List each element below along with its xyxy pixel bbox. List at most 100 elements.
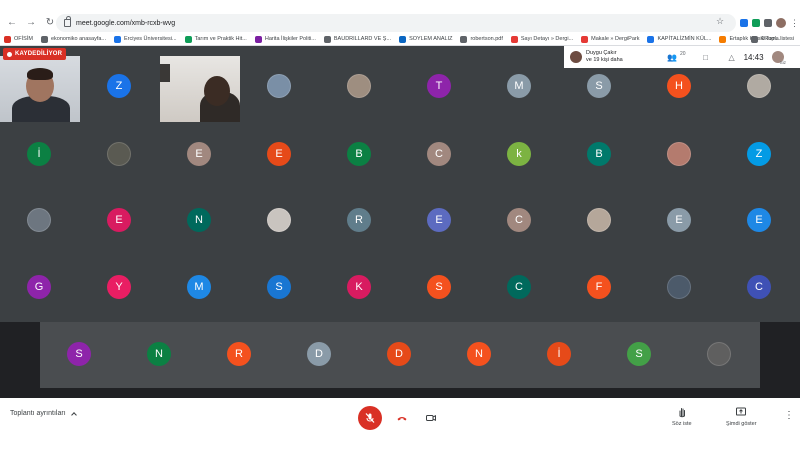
bookmark-item[interactable]: KAPİTALİZMİN KÜL... <box>647 35 712 43</box>
bookmark-item[interactable]: ekonomiko anasayfa... <box>40 35 106 43</box>
raise-hand-label: Söz iste <box>672 421 692 427</box>
bookmark-item[interactable]: Harita İlişkiler Politi... <box>254 35 316 43</box>
stage-bottom-edge <box>0 388 800 398</box>
participant-initial-avatar[interactable]: B <box>347 142 371 166</box>
people-icon[interactable]: 👥 <box>666 52 678 62</box>
raise-hand-button[interactable]: Söz iste <box>672 406 692 427</box>
chat-icon[interactable]: □ <box>700 52 712 62</box>
bookmark-label: ekonomiko anasayfa... <box>50 36 106 42</box>
participant-initial-avatar[interactable]: S <box>587 74 611 98</box>
participant-photo-avatar[interactable] <box>267 208 291 232</box>
participant-initial-avatar[interactable]: S <box>67 342 91 366</box>
bookmark-item[interactable]: Erciyes Üniversitesi... <box>114 35 177 43</box>
participant-initial-avatar[interactable]: H <box>667 74 691 98</box>
bookmark-favicon-icon <box>4 35 11 43</box>
participant-initial-avatar[interactable]: C <box>747 275 771 299</box>
meeting-stage: KAYDEDİLİYOR Duygu Çakır ve 19 kişi daha… <box>0 46 800 398</box>
puzzle-icon[interactable] <box>764 19 772 27</box>
meeting-controls-bar: Toplantı ayrıntıları Söz iste Şimdi göst… <box>0 398 800 450</box>
participant-initial-avatar[interactable]: F <box>587 275 611 299</box>
participant-initial-avatar[interactable]: B <box>587 142 611 166</box>
back-button[interactable]: ← <box>5 16 19 30</box>
participant-initial-avatar[interactable]: E <box>267 142 291 166</box>
participant-initial-avatar[interactable]: Z <box>107 74 131 98</box>
participant-initial-avatar[interactable]: S <box>267 275 291 299</box>
bookmark-item[interactable]: BAUDRILLARD VE Ş... <box>323 35 392 43</box>
participant-photo-avatar[interactable] <box>587 208 611 232</box>
browser-menu-icon[interactable]: ⋮ <box>790 18 799 28</box>
bookmark-item[interactable]: Makale » DergiPark <box>581 35 639 43</box>
participant-initial-avatar[interactable]: S <box>627 342 651 366</box>
participant-photo-avatar[interactable] <box>27 208 51 232</box>
participant-initial-avatar[interactable]: D <box>307 342 331 366</box>
participant-initial-avatar[interactable]: T <box>427 74 451 98</box>
participant-initial-avatar[interactable]: N <box>187 208 211 232</box>
bookmark-label: KAPİTALİZMİN KÜL... <box>657 36 712 42</box>
profile-avatar[interactable] <box>776 18 786 28</box>
participant-photo-avatar[interactable] <box>747 74 771 98</box>
participant-initial-avatar[interactable]: E <box>747 208 771 232</box>
bookmark-favicon-icon <box>114 35 121 43</box>
participant-photo-avatar[interactable] <box>707 342 731 366</box>
reading-list[interactable]: Okuma listesi <box>750 33 794 45</box>
participant-initial-avatar[interactable]: C <box>507 208 531 232</box>
participant-initial-avatar[interactable]: S <box>427 275 451 299</box>
participant-row: ZTMSH <box>0 74 800 104</box>
bookmark-favicon-icon <box>399 35 407 43</box>
recording-badge: KAYDEDİLİYOR <box>3 48 67 60</box>
forward-button[interactable]: → <box>24 16 38 30</box>
reload-button[interactable]: ↻ <box>43 16 57 30</box>
address-bar[interactable]: meet.google.com/xmb-rcxb-wvg <box>56 14 736 32</box>
extension-icon[interactable] <box>740 19 748 27</box>
participant-initial-avatar[interactable]: M <box>507 74 531 98</box>
presenter-avatar <box>570 51 582 63</box>
participant-initial-avatar[interactable]: N <box>467 342 491 366</box>
present-now-button[interactable]: Şimdi göster <box>726 406 757 427</box>
participant-initial-avatar[interactable]: R <box>227 342 251 366</box>
participant-initial-avatar[interactable]: İ <box>547 342 571 366</box>
microphone-toggle-button[interactable] <box>358 406 382 430</box>
participant-initial-avatar[interactable]: E <box>107 208 131 232</box>
participant-initial-avatar[interactable]: C <box>507 275 531 299</box>
bookmark-item[interactable]: Sayı Detayı » Dergi... <box>510 35 573 43</box>
participant-initial-avatar[interactable]: k <box>507 142 531 166</box>
url-text: meet.google.com/xmb-rcxb-wvg <box>76 19 176 27</box>
bookmark-favicon-icon <box>719 35 727 43</box>
participant-initial-avatar[interactable]: E <box>667 208 691 232</box>
extension-icon[interactable] <box>752 19 760 27</box>
participant-initial-avatar[interactable]: M <box>187 275 211 299</box>
activities-icon[interactable]: △ <box>726 52 738 62</box>
bookmark-item[interactable]: OFİSİM <box>4 35 33 43</box>
recording-label: KAYDEDİLİYOR <box>15 51 63 57</box>
participant-row: GYMSKSCFC <box>0 275 800 305</box>
participant-initial-avatar[interactable]: C <box>427 142 451 166</box>
participant-initial-avatar[interactable]: E <box>187 142 211 166</box>
present-now-label: Şimdi göster <box>726 421 757 427</box>
participant-photo-avatar[interactable] <box>267 74 291 98</box>
participant-initial-avatar[interactable]: İ <box>27 142 51 166</box>
meeting-details-button[interactable]: Toplantı ayrıntıları <box>10 410 77 418</box>
bookmark-item[interactable]: SOYLEM ANALIZ <box>399 35 452 43</box>
participant-row: SNRDDNİS <box>0 342 800 372</box>
more-options-icon[interactable]: ⋮ <box>784 410 794 421</box>
participant-initial-avatar[interactable]: G <box>27 275 51 299</box>
hang-up-icon <box>397 417 407 421</box>
participant-photo-avatar[interactable] <box>667 142 691 166</box>
participant-initial-avatar[interactable]: R <box>347 208 371 232</box>
participant-initial-avatar[interactable]: Z <box>747 142 771 166</box>
participant-photo-avatar[interactable] <box>667 275 691 299</box>
participant-photo-avatar[interactable] <box>107 142 131 166</box>
bookmark-label: BAUDRILLARD VE Ş... <box>333 36 392 42</box>
bookmark-star-icon[interactable]: ☆ <box>716 16 724 27</box>
bookmark-item[interactable]: robertson.pdf <box>460 35 503 43</box>
participant-initial-avatar[interactable]: K <box>347 275 371 299</box>
bookmark-item[interactable]: Tarım ve Praktik Hit... <box>184 35 247 43</box>
camera-toggle-button[interactable] <box>419 406 443 430</box>
participant-initial-avatar[interactable]: D <box>387 342 411 366</box>
participant-initial-avatar[interactable]: N <box>147 342 171 366</box>
bookmark-favicon-icon <box>581 35 589 43</box>
participant-photo-avatar[interactable] <box>347 74 371 98</box>
participant-initial-avatar[interactable]: E <box>427 208 451 232</box>
participant-initial-avatar[interactable]: Y <box>107 275 131 299</box>
leave-call-button[interactable] <box>390 406 414 430</box>
